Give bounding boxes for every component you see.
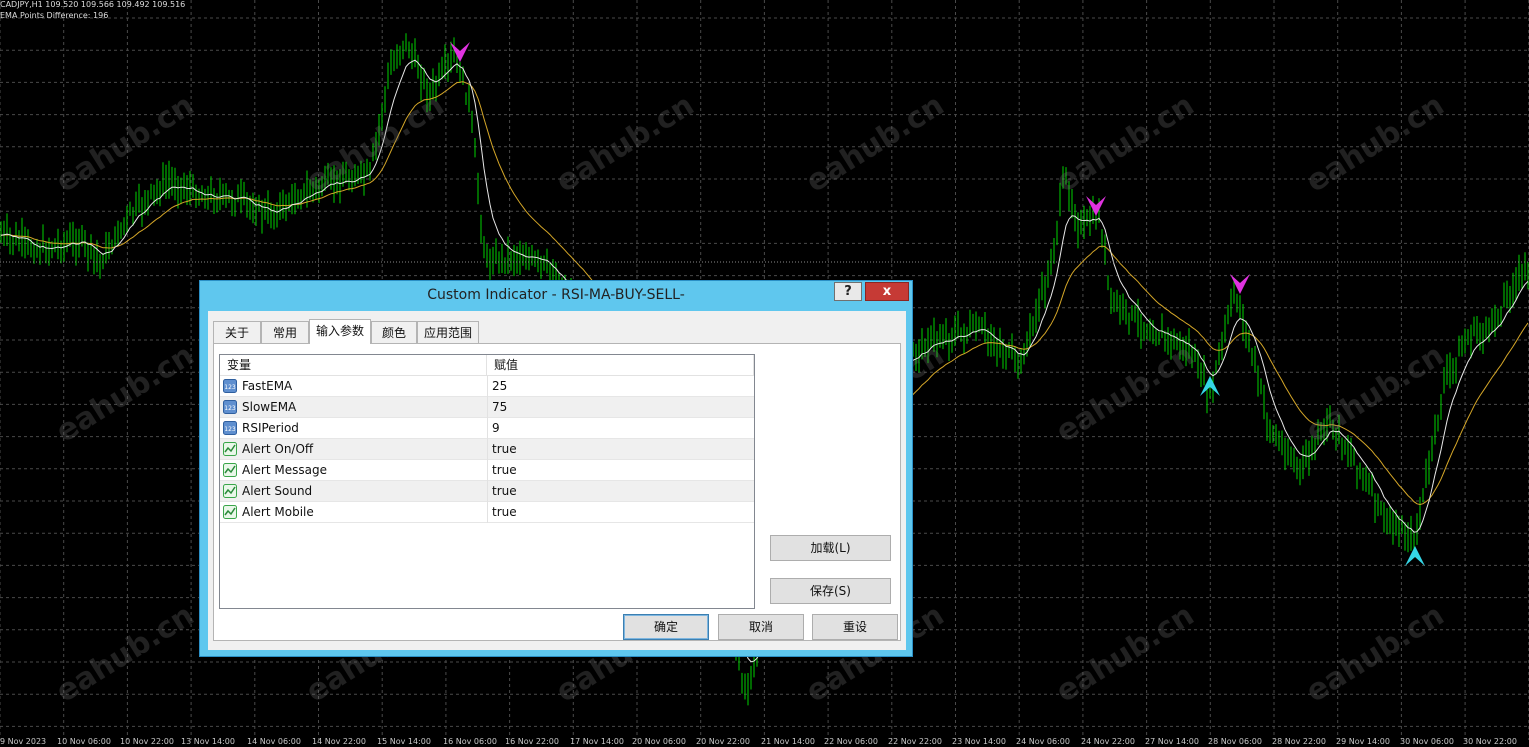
cancel-button[interactable]: 取消 [718,614,804,640]
ema-points-difference: EMA Points Difference: 196 [0,11,109,20]
parameter-name: Alert Message [242,463,327,477]
time-axis-label: 10 Nov 06:00 [57,737,111,746]
parameter-row[interactable]: 123 SlowEMA 75 [220,397,754,418]
sell-arrow-icon [450,42,470,62]
integer-icon: 123 [223,379,237,393]
parameter-value[interactable]: true [487,481,747,502]
save-button[interactable]: 保存(S) [770,578,891,604]
boolean-icon [223,442,237,456]
parameters-table[interactable]: 变量 赋值 123 FastEMA 25 123 SlowEMA 75 123 RSIPeri… [219,354,755,609]
time-axis-label: 14 Nov 22:00 [312,737,366,746]
boolean-icon [223,484,237,498]
parameter-name: Alert Sound [242,484,313,498]
parameter-name: Alert Mobile [242,505,314,519]
svg-text:123: 123 [224,405,236,412]
time-axis-label: 24 Nov 22:00 [1081,737,1135,746]
load-button[interactable]: 加载(L) [770,535,891,561]
parameter-name: SlowEMA [242,400,297,414]
integer-icon: 123 [223,400,237,414]
time-axis-label: 20 Nov 06:00 [632,737,686,746]
parameter-name: RSIPeriod [242,421,299,435]
time-axis-label: 30 Nov 22:00 [1463,737,1517,746]
time-axis-label: 28 Nov 22:00 [1272,737,1326,746]
parameter-row[interactable]: Alert On/Off true [220,439,754,460]
time-axis-label: 22 Nov 22:00 [888,737,942,746]
integer-icon: 123 [223,421,237,435]
tab-inputs[interactable]: 输入参数 [309,319,371,344]
time-axis-label: 21 Nov 14:00 [761,737,815,746]
svg-text:123: 123 [224,384,236,391]
time-axis-label: 30 Nov 06:00 [1400,737,1454,746]
boolean-icon [223,463,237,477]
time-axis-label: 14 Nov 06:00 [247,737,301,746]
time-axis-label: 27 Nov 14:00 [1145,737,1199,746]
time-axis-label: 20 Nov 22:00 [696,737,750,746]
parameter-row[interactable]: Alert Sound true [220,481,754,502]
reset-button[interactable]: 重设 [812,614,898,640]
time-axis-label: 22 Nov 06:00 [824,737,878,746]
parameter-name: FastEMA [242,379,293,393]
dialog-title: Custom Indicator - RSI-MA-BUY-SELL- [427,287,685,303]
column-header-value[interactable]: 赋值 [487,355,754,376]
svg-text:123: 123 [224,426,236,433]
tab-visualization[interactable]: 应用范围 [417,321,479,343]
parameter-value[interactable]: 25 [487,376,747,397]
time-axis-label: 10 Nov 22:00 [120,737,174,746]
tab-colors[interactable]: 颜色 [371,321,417,343]
time-axis-label: 13 Nov 14:00 [181,737,235,746]
time-axis-label: 23 Nov 14:00 [952,737,1006,746]
parameter-row[interactable]: 123 RSIPeriod 9 [220,418,754,439]
parameter-row[interactable]: Alert Mobile true [220,502,754,523]
sell-arrow-icon [1086,196,1106,216]
time-axis-label: 9 Nov 2023 [0,737,47,746]
custom-indicator-dialog: Custom Indicator - RSI-MA-BUY-SELL- ? x … [199,280,913,657]
time-axis-label: 17 Nov 14:00 [570,737,624,746]
parameter-value[interactable]: true [487,460,747,481]
tab-common[interactable]: 常用 [261,321,309,343]
chart-symbol-header: CADJPY,H1 109.520 109.566 109.492 109.51… [0,0,186,9]
close-button[interactable]: x [865,282,909,301]
tab-about[interactable]: 关于 [213,321,261,343]
help-button[interactable]: ? [834,282,862,301]
parameter-name: Alert On/Off [242,442,314,456]
boolean-icon [223,505,237,519]
time-axis-label: 15 Nov 14:00 [377,737,431,746]
parameter-row[interactable]: Alert Message true [220,460,754,481]
time-axis-label: 24 Nov 06:00 [1016,737,1070,746]
dialog-content: 关于 常用 输入参数 颜色 应用范围 变量 赋值 123 FastEMA 25 123… [208,311,906,650]
parameter-row[interactable]: 123 FastEMA 25 [220,376,754,397]
parameter-value[interactable]: 75 [487,397,747,418]
parameter-value[interactable]: true [487,439,747,460]
ok-button[interactable]: 确定 [623,614,709,640]
time-axis-label: 16 Nov 06:00 [443,737,497,746]
column-header-variable[interactable]: 变量 [220,355,487,376]
dialog-titlebar[interactable]: Custom Indicator - RSI-MA-BUY-SELL- ? x [200,281,912,311]
sell-arrow-icon [1230,274,1250,294]
time-axis-label: 16 Nov 22:00 [505,737,559,746]
time-axis-label: 29 Nov 14:00 [1336,737,1390,746]
parameter-value[interactable]: true [487,502,747,523]
parameter-value[interactable]: 9 [487,418,747,439]
time-axis-label: 28 Nov 06:00 [1208,737,1262,746]
